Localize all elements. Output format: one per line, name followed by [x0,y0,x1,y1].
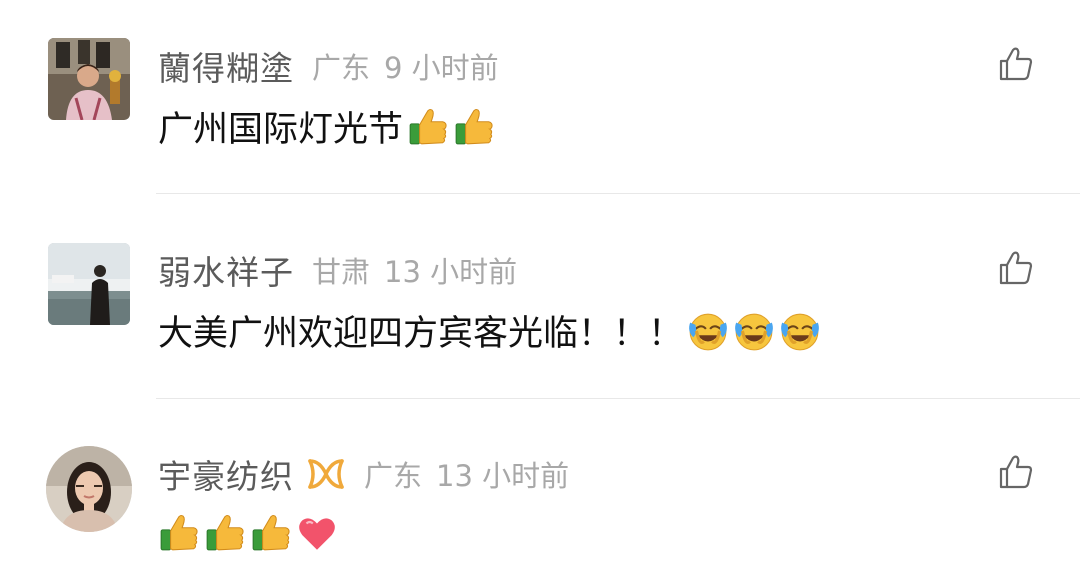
divider [156,398,1080,399]
thumb-up-outline-icon[interactable] [998,46,1034,82]
comment-header: 蘭得糊塗 广东 9 小时前 [158,38,499,94]
commenter-name[interactable]: 弱水祥子 [158,246,294,294]
timestamp: 9 小时前 [384,51,499,85]
avatar[interactable] [48,243,130,325]
divider [156,193,1080,194]
avatar[interactable] [48,38,130,120]
thumbs-up-emoji [204,512,246,554]
thumb-up-outline-icon[interactable] [998,454,1034,490]
location-text: 甘肃 [312,255,371,289]
comment-item: 宇豪纺织 广东 13 小时前 [0,446,1080,566]
comment-text [158,512,338,554]
vip-badge-icon [308,459,344,489]
comment-text: 大美广州欢迎四方宾客光临！！！ [158,305,821,356]
crying-laughing-emoji [733,310,775,352]
location-text: 广东 [312,51,371,85]
thumbs-up-emoji [158,512,200,554]
timestamp: 13 小时前 [384,255,518,289]
comment-body: 大美广州欢迎四方宾客光临！！！ [158,314,684,354]
thumbs-up-emoji [250,512,292,554]
heart-emoji [296,512,338,554]
thumbs-up-emoji [407,106,449,148]
comment-header: 弱水祥子 甘肃 13 小时前 [158,242,517,298]
thumb-up-outline-icon[interactable] [998,250,1034,286]
comment-item: 蘭得糊塗 广东 9 小时前 广州国际灯光节 [0,38,1080,150]
thumbs-up-emoji [453,106,495,148]
comment-text: 广州国际灯光节 [158,101,495,152]
comment-meta: 广东 13 小时前 [364,453,569,495]
comment-body: 广州国际灯光节 [158,110,404,150]
crying-laughing-emoji [779,310,821,352]
comment-meta: 甘肃 13 小时前 [312,249,517,291]
avatar[interactable] [46,446,132,532]
commenter-name[interactable]: 蘭得糊塗 [158,42,294,90]
comment-item: 弱水祥子 甘肃 13 小时前 大美广州欢迎四方宾客光临！！！ [0,242,1080,354]
crying-laughing-emoji [687,310,729,352]
timestamp: 13 小时前 [436,459,570,493]
commenter-name[interactable]: 宇豪纺织 [158,450,294,498]
comment-meta: 广东 9 小时前 [312,45,499,87]
comment-header: 宇豪纺织 广东 13 小时前 [158,446,569,502]
location-text: 广东 [364,459,423,493]
